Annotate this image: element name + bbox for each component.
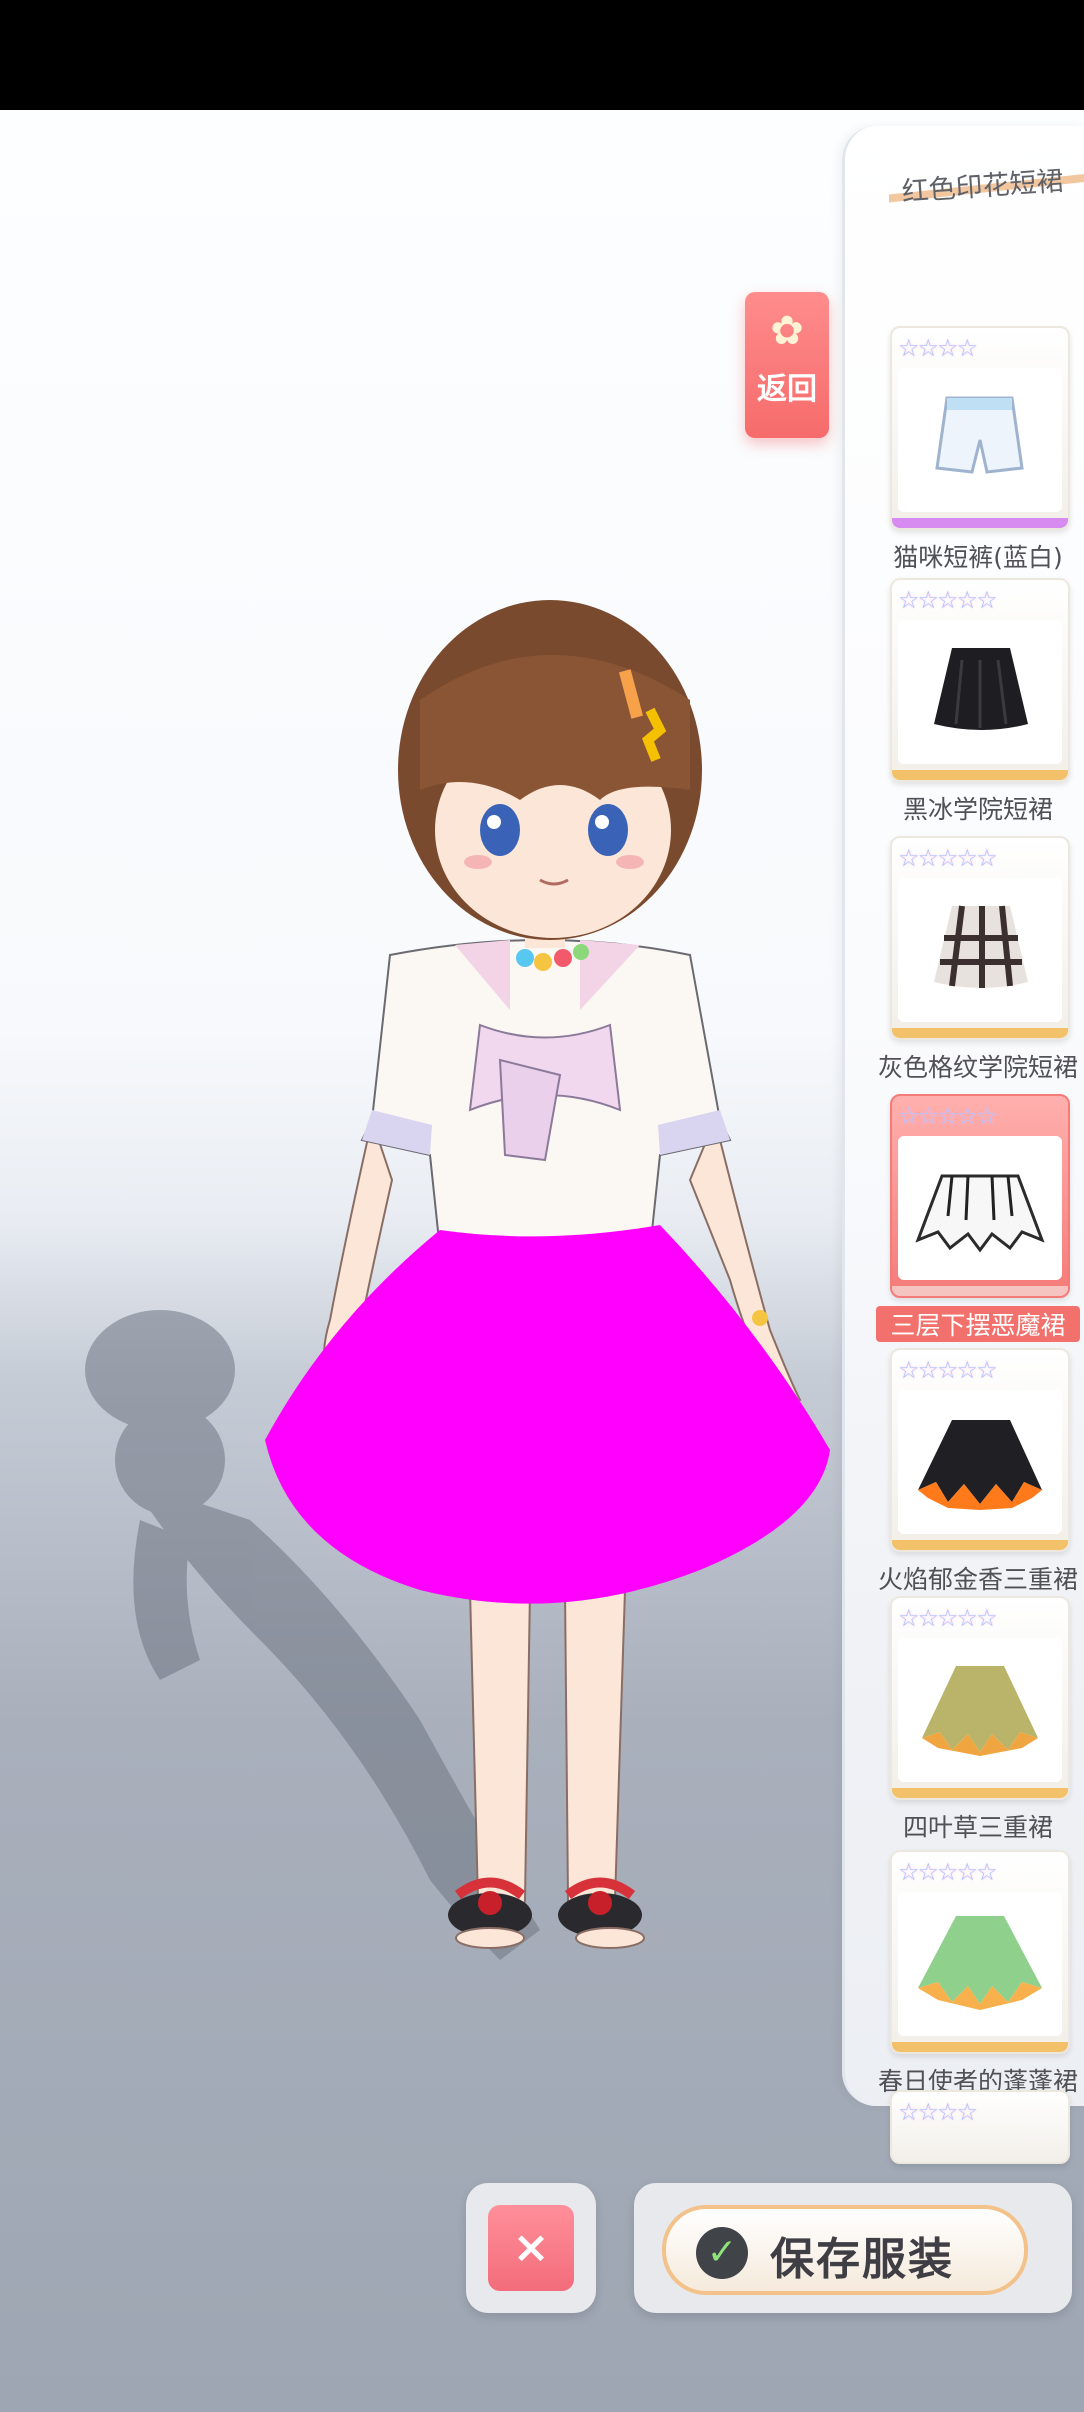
status-bar [0,0,1084,110]
flame-skirt-icon [918,1420,1042,1510]
item-name: 灰色格纹学院短裙 [877,1053,1078,1082]
rarity-stars: ☆☆☆☆ [898,2098,978,2126]
rarity-stars: ☆☆☆☆☆ [898,586,998,614]
item-name-top: 红色印花短裙 [900,165,1065,209]
rarity-stars: ☆☆☆☆☆ [898,1858,998,1886]
save-outfit-label: 保存服装 [770,2234,954,2285]
item-card-6[interactable]: ☆☆☆☆☆ 春日使者的蓬蓬裙 [878,1850,1078,2098]
item-card-2[interactable]: ☆☆☆☆☆ 灰色格纹学院短裙 [878,836,1078,1084]
item-card-7[interactable]: ☆☆☆☆ [890,2090,1070,2164]
rarity-stars: ☆☆☆☆ [898,334,978,362]
rarity-stars: ☆☆☆☆☆ [898,844,998,872]
item-card-5[interactable]: ☆☆☆☆☆ 四叶草三重裙 [890,1596,1070,1844]
rarity-stars: ☆☆☆☆☆ [898,1356,998,1384]
item-name: 三层下摆恶魔裙 [876,1306,1080,1342]
back-button-label: 返回 [757,372,817,407]
save-outfit-button[interactable]: ✓ 保存服装 [662,2205,1028,2295]
item-card-3[interactable]: ☆☆☆☆☆ 三层下摆恶魔裙 [876,1094,1080,1342]
spring-skirt-icon [918,1916,1042,2010]
item-card-0[interactable]: ☆☆☆☆ 猫咪短裤(蓝白) [890,326,1070,574]
item-name: 四叶草三重裙 [902,1813,1053,1842]
back-button[interactable]: ✿ 返回 [745,292,829,438]
character-shirt [360,939,732,1251]
item-card-1[interactable]: ☆☆☆☆☆ 黑冰学院短裙 [890,578,1070,826]
flower-icon: ✿ [770,308,804,354]
checkmark-icon: ✓ [696,2227,748,2279]
plaid-skirt-icon [934,905,1028,988]
rarity-stars: ☆☆☆☆☆ [898,1102,998,1130]
clover-skirt-icon [922,1666,1038,1756]
item-name: 猫咪短裤(蓝白) [893,543,1063,572]
black-skirt-icon [934,648,1028,730]
item-name: 火焰郁金香三重裙 [877,1565,1078,1594]
devil-skirt-icon [915,1174,1045,1253]
rarity-stars: ☆☆☆☆☆ [898,1604,998,1632]
item-name: 黑冰学院短裙 [902,795,1053,824]
shorts-icon [935,396,1024,474]
item-card-4[interactable]: ☆☆☆☆☆ 火焰郁金香三重裙 [878,1348,1078,1596]
close-icon: × [488,2205,574,2291]
cancel-button[interactable]: × [466,2183,596,2313]
character-head [398,600,702,940]
save-button-container: ✓ 保存服装 [634,2183,1072,2313]
